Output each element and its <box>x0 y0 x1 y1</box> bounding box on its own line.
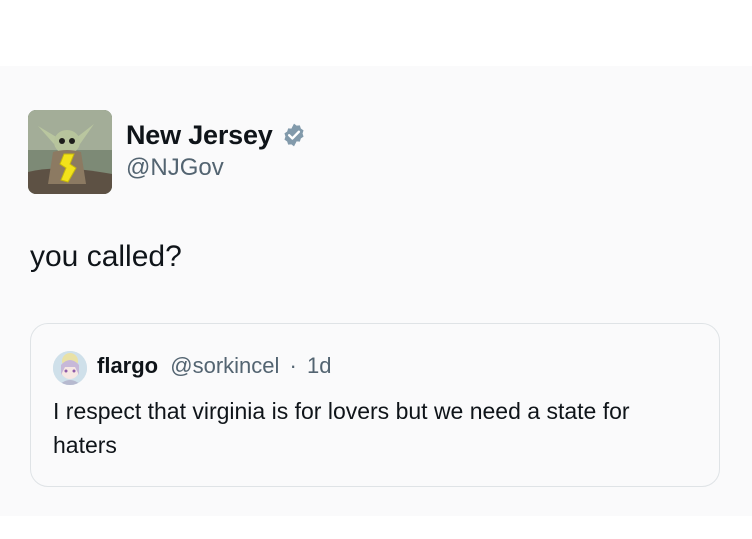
author-name-row[interactable]: New Jersey <box>126 118 307 152</box>
quoted-tweet-header: flargo @sorkincel · 1d <box>97 353 331 379</box>
quoted-separator: · <box>289 353 297 378</box>
tweet-text: you called? <box>30 240 182 273</box>
quoted-author-avatar[interactable] <box>53 351 87 385</box>
baby-yoda-avatar-icon <box>28 110 112 194</box>
author-handle[interactable]: @NJGov <box>126 154 224 182</box>
tweet-card[interactable]: New Jersey @NJGov you called? flargo @so <box>0 66 752 516</box>
author-avatar[interactable] <box>28 110 112 194</box>
quoted-author-name[interactable]: flargo <box>97 353 158 378</box>
verified-badge-icon <box>281 122 307 148</box>
quoted-tweet[interactable]: flargo @sorkincel · 1d I respect that vi… <box>30 323 720 487</box>
anime-character-avatar-icon <box>53 351 87 385</box>
quoted-tweet-time[interactable]: 1d <box>307 353 331 378</box>
quoted-tweet-text: I respect that virginia is for lovers bu… <box>53 398 630 458</box>
quoted-author-handle[interactable]: @sorkincel <box>170 353 279 378</box>
author-name[interactable]: New Jersey <box>126 120 273 151</box>
